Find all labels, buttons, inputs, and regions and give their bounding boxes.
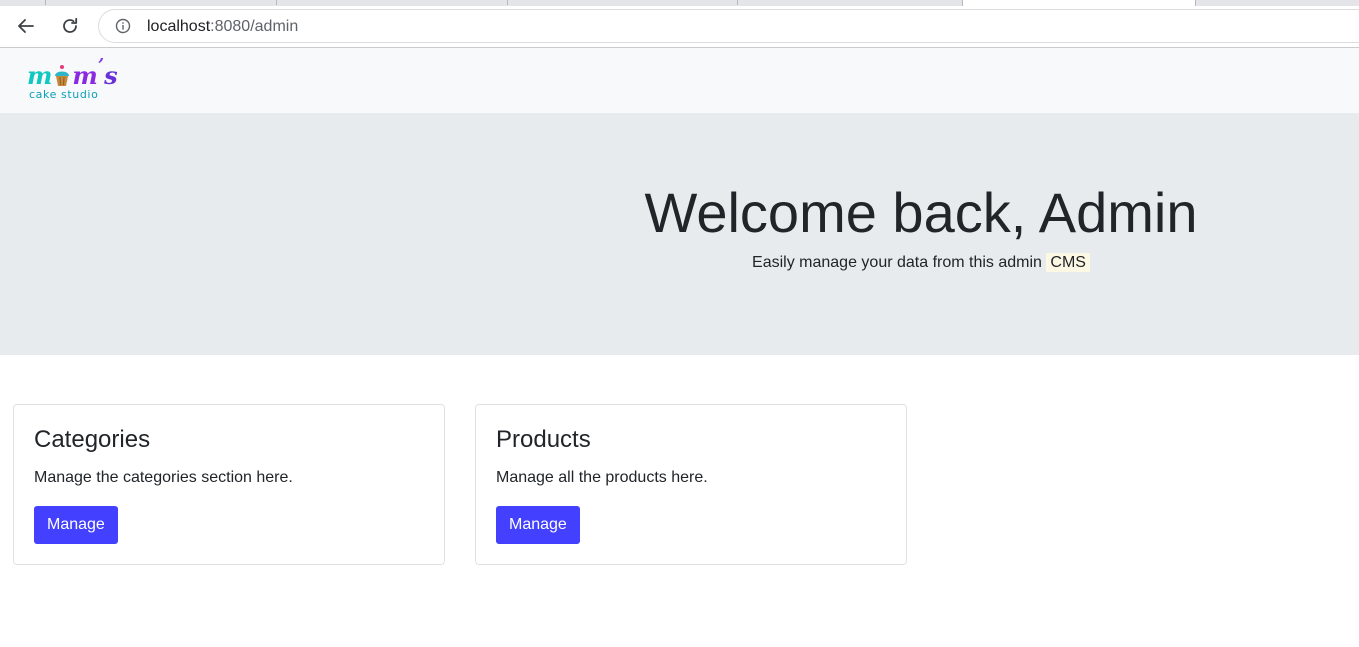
logo-apostrophe: ’ [97,55,105,76]
hero-highlight: CMS [1046,253,1090,272]
reload-icon [63,17,78,33]
tab-separator [737,0,738,5]
manage-categories-button[interactable]: Manage [34,506,118,544]
manage-products-button[interactable]: Manage [496,506,580,544]
products-card: Products Manage all the products here. M… [475,404,907,565]
categories-card: Categories Manage the categories section… [13,404,445,565]
logo-letter: m [27,61,53,90]
logo-wordmark: m m ’ s [27,55,118,90]
tab-separator [276,0,277,5]
reload-button[interactable] [56,12,84,40]
page-title: Welcome back, Admin [644,181,1198,244]
url-text[interactable]: localhost:8080/admin [147,18,298,36]
tab-active[interactable] [962,0,1196,6]
arrow-left-icon [18,19,34,33]
hero-banner: Welcome back, Admin Easily manage your d… [0,113,1359,355]
back-button[interactable] [12,12,40,40]
address-bar[interactable]: localhost:8080/admin [98,9,1359,43]
url-path: :8080/admin [210,18,299,35]
tab-separator [507,0,508,5]
url-host: localhost [147,18,211,35]
cupcake-icon [55,65,70,86]
card-title: Products [496,426,591,453]
card-text: Manage the categories section here. [34,469,293,486]
logo-letter: m [72,61,98,90]
tab-strip [0,0,1359,6]
hero-subtitle: Easily manage your data from this admin … [0,252,1359,274]
tab-separator [45,0,46,5]
hero-subtitle-text: Easily manage your data from this admin [752,254,1042,271]
info-icon[interactable] [115,18,131,34]
logo-subtitle: cake studio [29,88,99,101]
site-navbar: m m ’ s cake studio [0,48,1359,113]
browser-toolbar: localhost:8080/admin [0,0,1359,48]
card-text: Manage all the products here. [496,469,708,486]
logo-letter: s [104,61,118,90]
brand-logo[interactable]: m m ’ s cake studio [27,55,119,102]
card-title: Categories [34,426,151,453]
